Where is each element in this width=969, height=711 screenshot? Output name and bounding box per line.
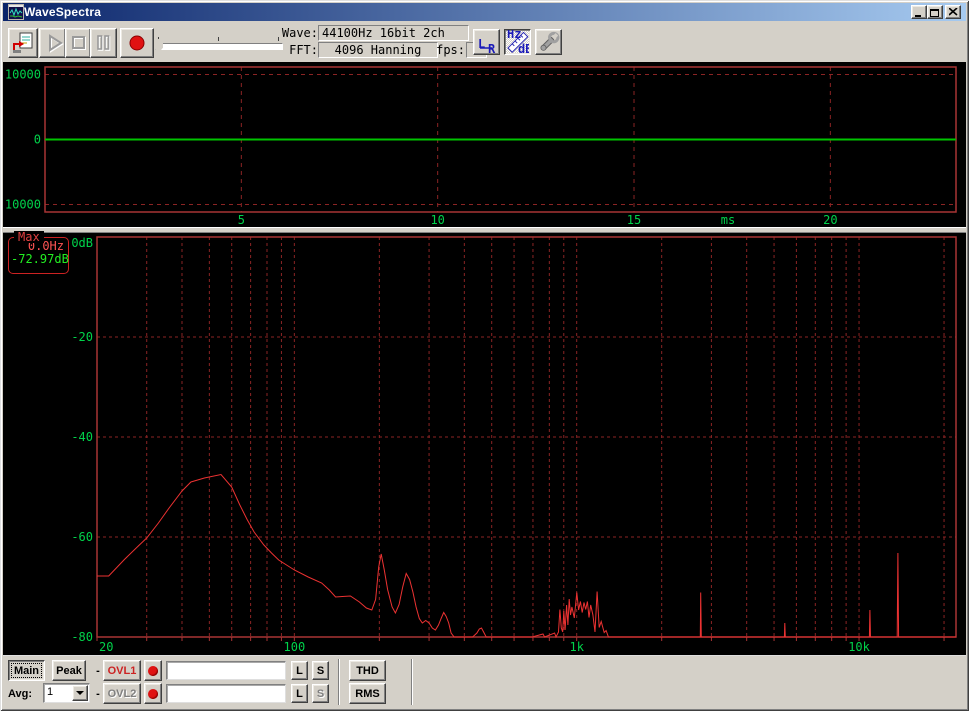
rms-button[interactable]: RMS	[349, 683, 386, 704]
svg-text:-40: -40	[71, 430, 93, 444]
ovl2-button[interactable]: OVL2	[103, 683, 141, 704]
svg-text:15: 15	[627, 213, 641, 227]
minimize-icon	[915, 14, 921, 17]
load-overlay2-button[interactable]: L	[291, 684, 308, 703]
peak-button[interactable]: Peak	[52, 660, 86, 681]
toolbar: Wave: 44100Hz 16bit 2ch FFT: 4096 Hannin…	[3, 21, 966, 62]
record-icon	[129, 35, 145, 51]
svg-text:-60: -60	[71, 530, 93, 544]
svg-text:Hz: Hz	[507, 30, 521, 41]
svg-text:20: 20	[99, 640, 113, 654]
svg-text:-20: -20	[71, 330, 93, 344]
settings-button[interactable]	[535, 29, 562, 55]
lr-channel-button[interactable]: L R	[473, 29, 500, 55]
lr-channel-icon: L R	[478, 37, 496, 54]
svg-text:100: 100	[284, 640, 306, 654]
svg-text:0: 0	[34, 133, 41, 147]
window-title: WaveSpectra	[24, 5, 102, 19]
fft-value: 4096 Hanning	[318, 42, 438, 58]
play-icon	[49, 34, 64, 53]
svg-text:dB: dB	[518, 42, 529, 54]
record-dot-icon	[148, 665, 158, 676]
waveform-panel: 10000 0 -10000 5 10 15 20 ms	[0, 62, 966, 227]
max-readout-legend: Max	[14, 231, 44, 243]
svg-text:10000: 10000	[5, 67, 41, 81]
maximize-icon	[930, 8, 939, 17]
svg-text:1k: 1k	[569, 640, 584, 654]
avg-value: 1	[47, 686, 54, 698]
max-level-value: -72.97dB	[11, 252, 69, 266]
ovl1-record-button[interactable]	[144, 660, 162, 681]
maximize-button[interactable]	[927, 5, 943, 19]
svg-text:10k: 10k	[848, 640, 870, 654]
svg-text:R: R	[488, 42, 496, 54]
spectrum-panel: 0dB -20 -40 -60 -80 20 100 1k 10k Max 0.0Hz -72.…	[3, 231, 966, 655]
record-button[interactable]	[120, 28, 154, 58]
ovl1-button[interactable]: OVL1	[103, 660, 141, 681]
svg-text:5: 5	[238, 213, 245, 227]
overlay2-input[interactable]	[166, 684, 286, 703]
avg-dropdown-button[interactable]	[72, 685, 88, 701]
app-icon[interactable]	[8, 4, 24, 20]
close-button[interactable]	[945, 5, 961, 19]
position-slider[interactable]	[152, 36, 285, 58]
titlebar[interactable]: WaveSpectra	[3, 3, 966, 21]
wrench-icon	[539, 31, 559, 51]
stop-button[interactable]	[65, 28, 91, 58]
close-icon	[948, 8, 958, 16]
hz-db-scale-button[interactable]: Hz dB	[504, 29, 531, 55]
wave-label: Wave:	[281, 26, 318, 40]
main-button[interactable]: Main	[8, 660, 45, 681]
svg-text:-10000: -10000	[3, 198, 41, 212]
avg-label: Avg:	[8, 687, 33, 700]
svg-text:0dB: 0dB	[71, 236, 93, 250]
record-dot-icon	[148, 688, 158, 699]
play-button[interactable]	[39, 28, 66, 58]
chevron-down-icon	[76, 691, 84, 695]
svg-text:10: 10	[430, 213, 444, 227]
wavespectra-window: WaveSpectra Wave: 44100Hz 16bit 2ch FFT:…	[0, 0, 969, 711]
minimize-button[interactable]	[911, 5, 927, 19]
wave-value: 44100Hz 16bit 2ch	[318, 25, 469, 41]
svg-text:20: 20	[823, 213, 837, 227]
load-overlay1-button[interactable]: L	[291, 661, 308, 680]
bottom-control-bar: Main Peak - OVL1 L S THD Avg: 1 - OVL2 L…	[3, 655, 966, 708]
spectrum-chart: 0dB -20 -40 -60 -80 20 100 1k 10k	[71, 236, 957, 654]
max-readout-box: Max 0.0Hz -72.97dB	[8, 231, 69, 274]
slider-track[interactable]	[155, 43, 283, 50]
overlay1-input[interactable]	[166, 661, 286, 680]
pause-icon	[97, 35, 111, 51]
avg-combobox[interactable]: 1	[43, 683, 90, 703]
slider-tick	[218, 37, 219, 41]
open-file-icon	[13, 32, 33, 53]
fps-label: fps:	[436, 43, 465, 57]
slider-thumb[interactable]	[154, 39, 163, 53]
stop-icon	[72, 36, 86, 50]
waveform-chart: 10000 0 -10000 5 10 15 20 ms	[0, 66, 957, 227]
bar-separator	[411, 659, 412, 705]
thd-button[interactable]: THD	[349, 660, 386, 681]
svg-text:ms: ms	[721, 213, 735, 227]
save-overlay2-button[interactable]: S	[312, 684, 329, 703]
svg-text:-80: -80	[71, 630, 93, 644]
save-overlay1-button[interactable]: S	[312, 661, 329, 680]
pause-button[interactable]	[90, 28, 117, 58]
separator-dash: -	[96, 664, 100, 677]
ovl2-record-button[interactable]	[144, 683, 162, 704]
separator-dash: -	[96, 687, 100, 700]
bar-separator	[338, 659, 339, 705]
hz-db-ruler-icon: Hz dB	[507, 30, 529, 54]
fft-label: FFT:	[289, 43, 318, 57]
svg-text:L: L	[478, 37, 485, 51]
open-file-button[interactable]	[8, 28, 38, 58]
